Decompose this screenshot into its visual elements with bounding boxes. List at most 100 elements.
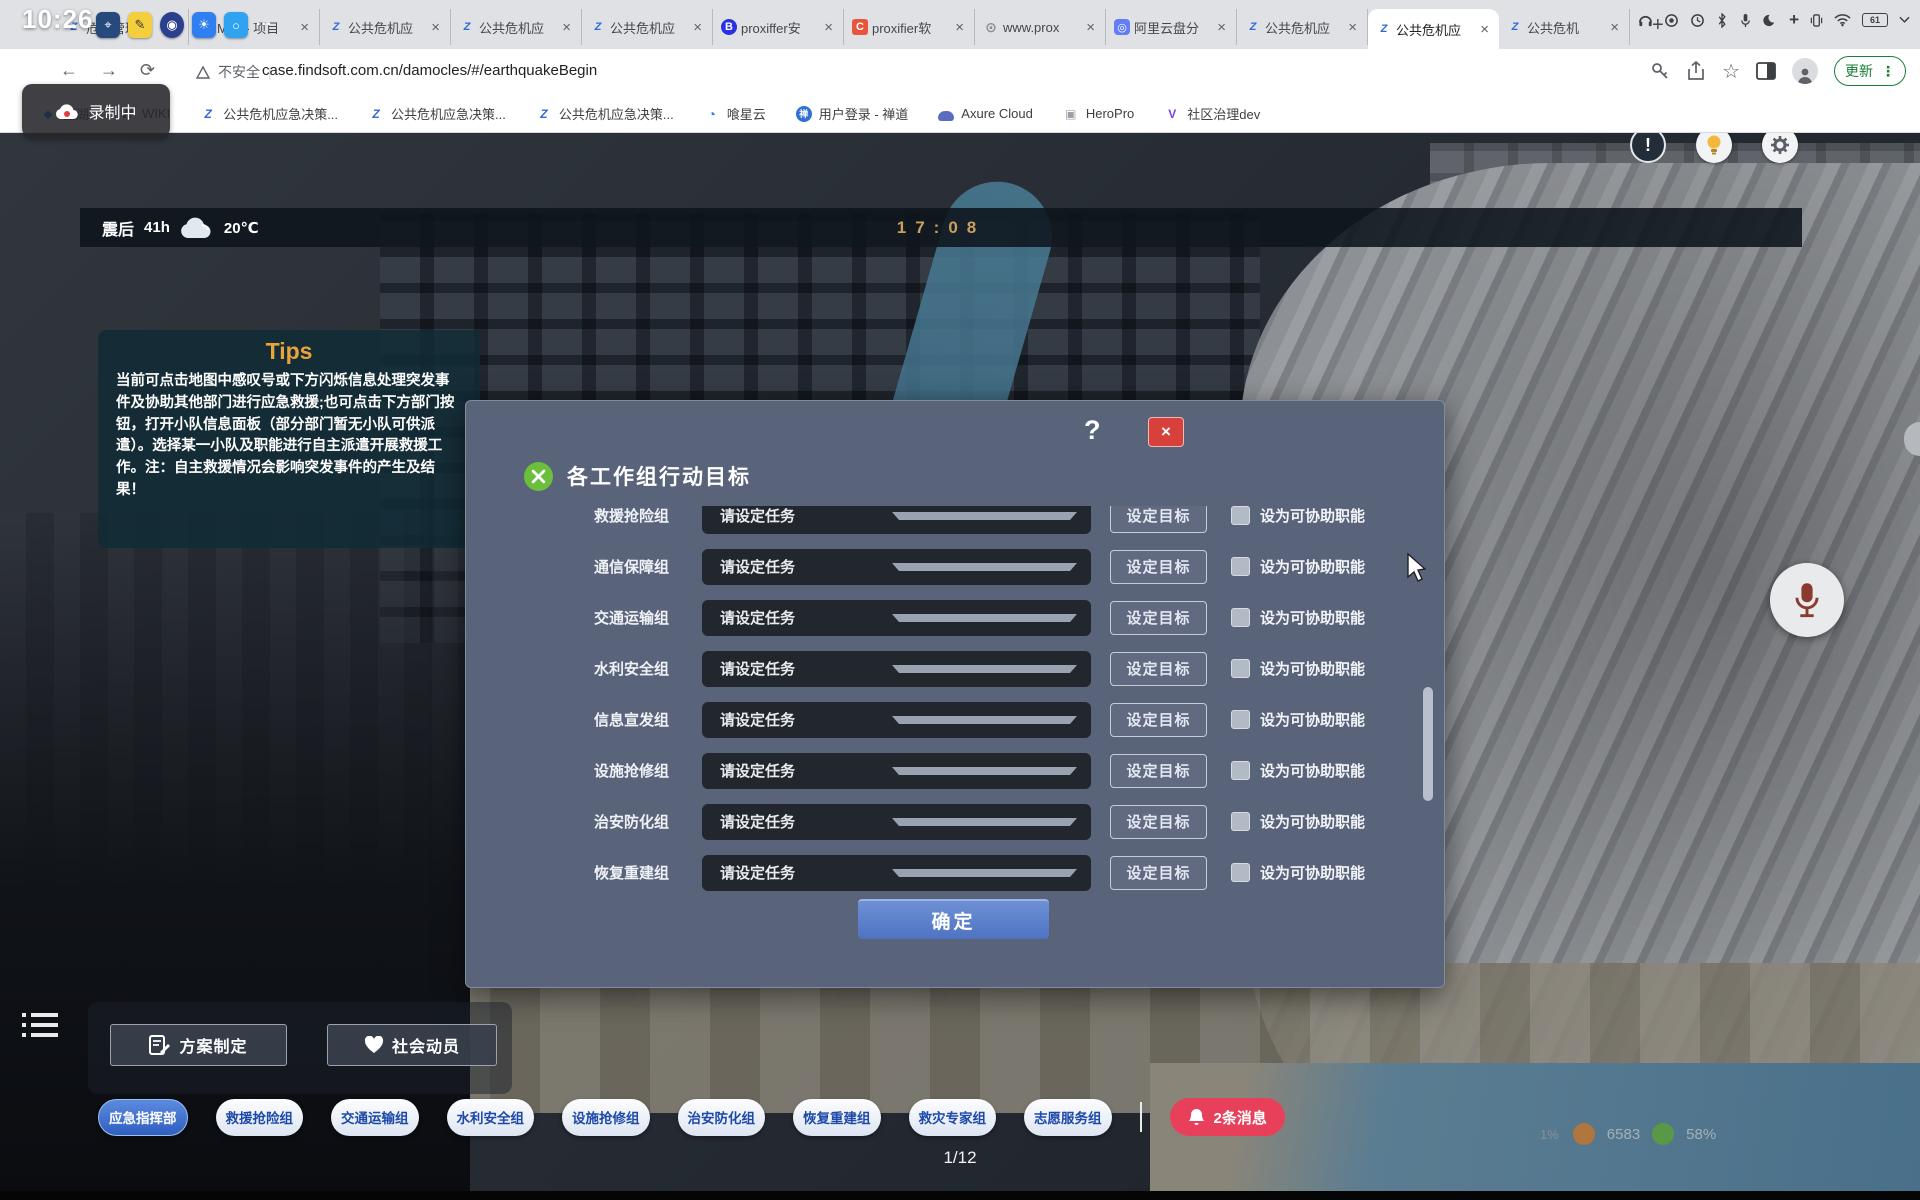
bookmark-item[interactable]: HeroPro (1063, 106, 1134, 122)
tab-close-icon[interactable]: × (298, 19, 311, 36)
department-button[interactable]: 水利安全组 (447, 1099, 535, 1136)
settings-button[interactable] (1762, 133, 1798, 163)
browser-tab[interactable]: 公共危机应× (320, 9, 451, 45)
bookmark-item[interactable]: 喰星云 (704, 104, 766, 123)
browser-tab[interactable]: 公共危机× (1499, 9, 1630, 45)
bookmark-item[interactable]: 公共危机应急决策... (536, 104, 674, 123)
avatar[interactable] (1792, 58, 1818, 84)
record-icon[interactable] (1664, 13, 1679, 28)
forward-icon[interactable]: → (100, 60, 118, 81)
security-indicator[interactable]: 不安全 | (196, 62, 272, 82)
assist-checkbox[interactable] (1231, 710, 1250, 729)
department-button[interactable]: 志愿服务组 (1024, 1099, 1112, 1136)
set-target-button[interactable]: 设定目标 (1110, 506, 1207, 533)
task-dropdown[interactable]: 请设定任务 (702, 600, 1091, 636)
assist-checkbox[interactable] (1231, 608, 1250, 627)
set-target-button[interactable]: 设定目标 (1110, 805, 1207, 839)
hint-bulb-button[interactable] (1696, 133, 1732, 163)
mic-icon[interactable] (1739, 13, 1752, 28)
bookmark-item[interactable]: 公共危机应急决策... (368, 104, 506, 123)
set-target-button[interactable]: 设定目标 (1110, 601, 1207, 635)
chevron-icon[interactable] (1899, 16, 1910, 24)
assist-checkbox[interactable] (1231, 812, 1250, 831)
mobilize-button[interactable]: 社会动员 (327, 1024, 497, 1066)
task-dropdown[interactable]: 请设定任务 (702, 753, 1091, 789)
side-panel-icon[interactable] (1756, 62, 1776, 80)
moon-icon[interactable] (1763, 13, 1778, 28)
plan-button[interactable]: 方案制定 (110, 1024, 287, 1066)
set-target-button[interactable]: 设定目标 (1110, 856, 1207, 890)
update-button[interactable]: 更新 ⋮ (1834, 56, 1906, 86)
department-button[interactable]: 恢复重建组 (793, 1099, 881, 1136)
browser-tab[interactable]: 公共危机应× (451, 9, 582, 45)
back-icon[interactable]: ← (60, 60, 78, 81)
key-icon[interactable] (1650, 61, 1670, 81)
reload-icon[interactable]: ⟳ (140, 60, 155, 81)
browser-tab[interactable]: proxiffer安× (713, 9, 844, 45)
department-button[interactable]: 交通运输组 (331, 1099, 419, 1136)
department-button[interactable]: 救援抢险组 (216, 1099, 304, 1136)
tab-close-icon[interactable]: × (1084, 19, 1097, 36)
confirm-button[interactable]: 确定 (858, 899, 1049, 939)
browser-tab[interactable]: 公共危机应× (582, 9, 713, 45)
tab-close-icon[interactable]: × (691, 19, 704, 36)
bookmark-item[interactable]: 用户登录 - 禅道 (796, 104, 909, 123)
browser-tab[interactable]: proxifier软× (844, 9, 975, 45)
browser-tab[interactable]: www.prox× (975, 9, 1106, 45)
browser-tab[interactable]: 阿里云盘分× (1106, 9, 1237, 45)
messages-button[interactable]: 2条消息 (1170, 1098, 1285, 1136)
headphones-icon[interactable] (1638, 13, 1653, 28)
bookmark-item[interactable]: 公共危机应急决策... (200, 104, 338, 123)
vibrate-icon[interactable] (1810, 13, 1823, 28)
tab-close-icon[interactable]: × (1215, 19, 1228, 36)
assist-checkbox[interactable] (1231, 659, 1250, 678)
task-dropdown[interactable]: 请设定任务 (702, 549, 1091, 585)
binoculars-icon[interactable]: ⌖ (96, 12, 120, 38)
bookmark-item[interactable]: Axure Cloud (938, 106, 1033, 121)
browser-tab[interactable]: 公共危机应× (1237, 9, 1368, 45)
pencil-icon[interactable]: ✎ (128, 12, 152, 38)
bookmark-item[interactable]: 社区治理dev (1164, 104, 1260, 123)
help-button[interactable]: ? (1084, 415, 1101, 446)
alert-button[interactable]: ! (1630, 133, 1666, 163)
menu-dots-icon[interactable]: ⋮ (1881, 63, 1895, 80)
dialog-scrollbar[interactable] (1423, 687, 1433, 801)
department-button[interactable]: 应急指挥部 (98, 1099, 188, 1136)
url-text[interactable]: case.findsoft.com.cn/damocles/#/earthqua… (262, 62, 597, 79)
game-viewport[interactable]: 震后 41h 20℃ 17:08 ! Tips 当前可点击地图中感叹号或下方闪烁… (0, 133, 1920, 1200)
task-dropdown[interactable]: 请设定任务 (702, 702, 1091, 738)
set-target-button[interactable]: 设定目标 (1110, 550, 1207, 584)
recording-widget[interactable]: 录制中 (22, 84, 170, 138)
bulb-icon[interactable]: ☀ (192, 12, 216, 38)
set-target-button[interactable]: 设定目标 (1110, 754, 1207, 788)
wifi-icon[interactable] (1834, 13, 1851, 27)
layers-menu-icon[interactable] (22, 1013, 58, 1043)
tab-close-icon[interactable]: × (1608, 19, 1621, 36)
bookmark-star-icon[interactable]: ☆ (1722, 59, 1740, 84)
task-dropdown[interactable]: 请设定任务 (702, 855, 1091, 891)
set-target-button[interactable]: 设定目标 (1110, 703, 1207, 737)
search-icon[interactable]: ○ (224, 12, 248, 38)
plus-icon[interactable]: + (1789, 10, 1799, 30)
tab-close-icon[interactable]: × (1478, 21, 1491, 38)
browser-tab[interactable]: 公共危机应× (1368, 9, 1499, 49)
assist-checkbox[interactable] (1231, 506, 1250, 525)
assist-checkbox[interactable] (1231, 761, 1250, 780)
bluetooth-icon[interactable] (1716, 13, 1728, 28)
globe-icon[interactable]: ◉ (160, 12, 184, 38)
tab-close-icon[interactable]: × (429, 19, 442, 36)
tab-close-icon[interactable]: × (1346, 19, 1359, 36)
task-dropdown[interactable]: 请设定任务 (702, 506, 1091, 534)
share-icon[interactable] (1686, 61, 1706, 81)
department-button[interactable]: 治安防化组 (678, 1099, 766, 1136)
tab-close-icon[interactable]: × (560, 19, 573, 36)
department-button[interactable]: 设施抢修组 (562, 1099, 650, 1136)
clock-icon[interactable] (1690, 13, 1705, 28)
set-target-button[interactable]: 设定目标 (1110, 652, 1207, 686)
more-icon[interactable]: ··· (256, 16, 272, 34)
tab-close-icon[interactable]: × (822, 19, 835, 36)
department-button[interactable]: 救灾专家组 (909, 1099, 997, 1136)
assist-checkbox[interactable] (1231, 557, 1250, 576)
close-button[interactable]: × (1148, 417, 1184, 447)
assist-checkbox[interactable] (1231, 863, 1250, 882)
